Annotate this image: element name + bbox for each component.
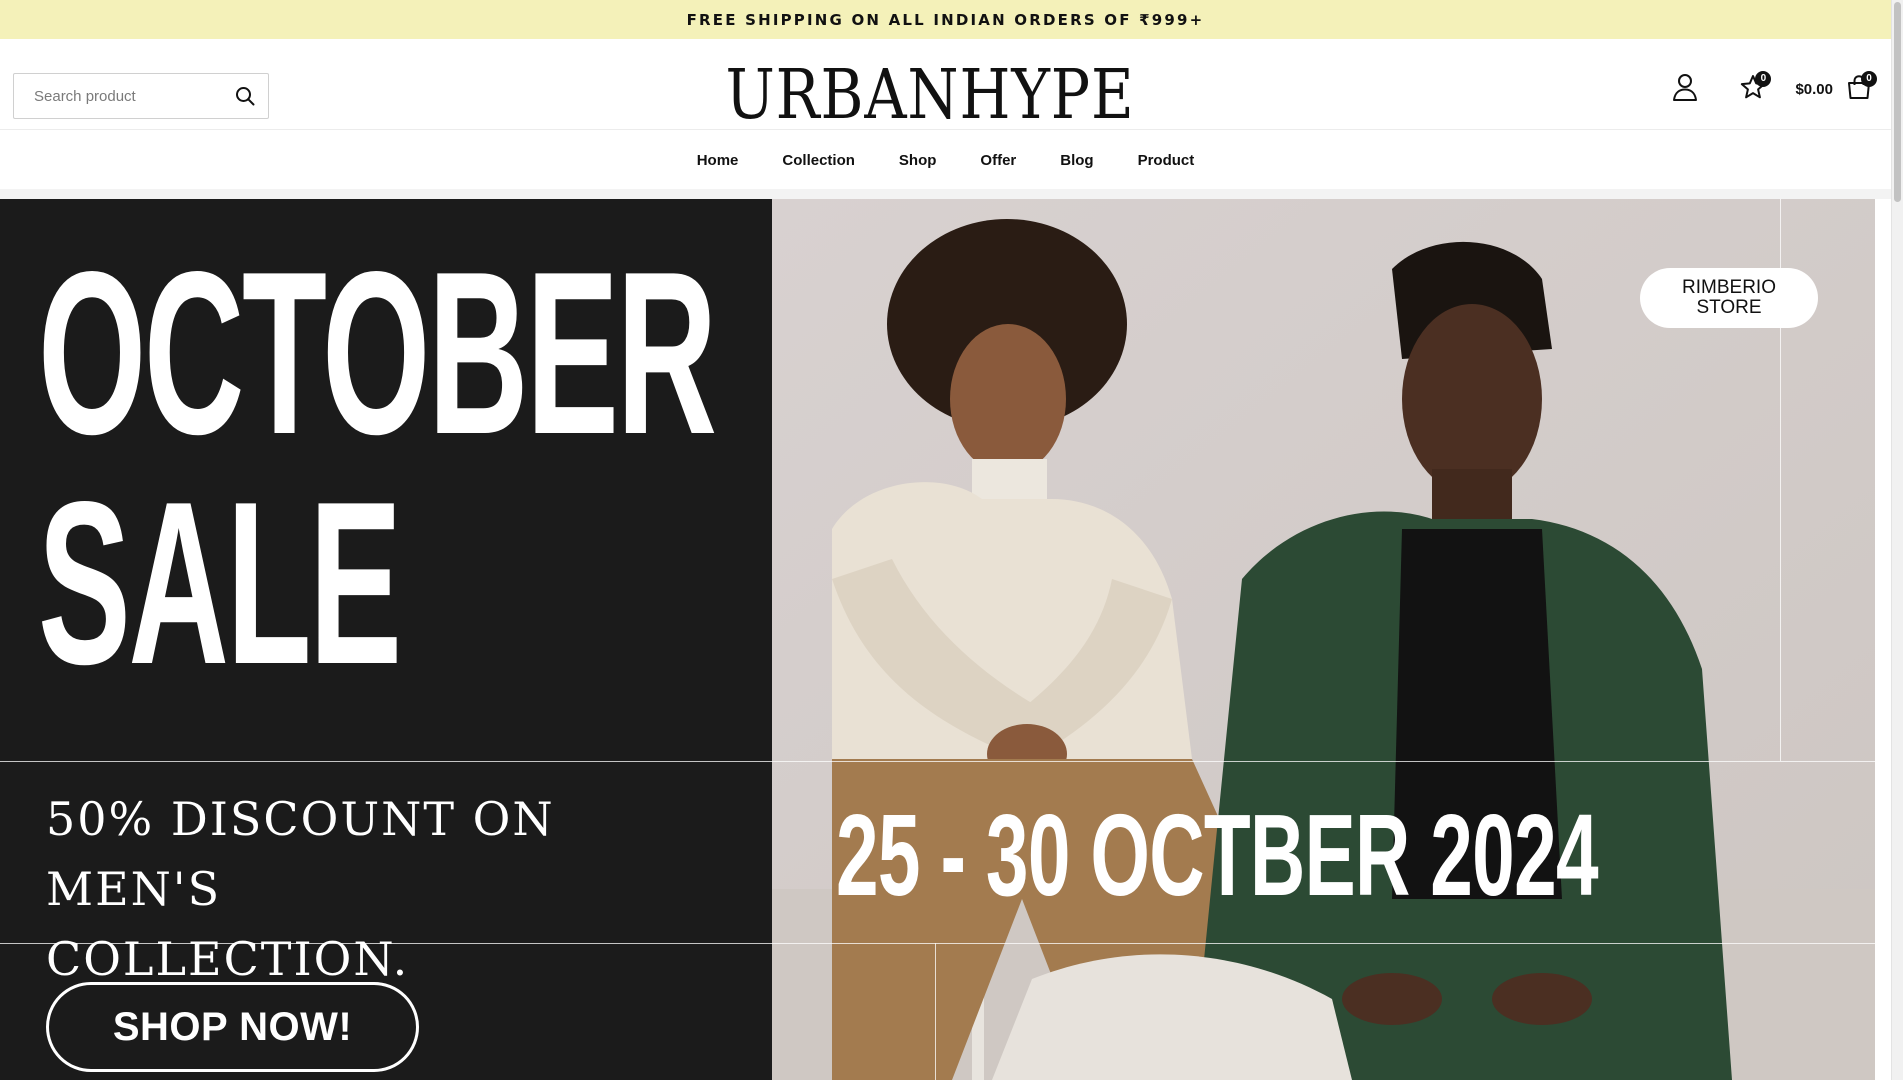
hero-divider-vertical-bottom [935, 943, 936, 1080]
wishlist-button[interactable]: 0 [1733, 69, 1773, 109]
site-logo[interactable]: URBANHYPE [725, 56, 1133, 135]
page-scrollbar[interactable] [1891, 0, 1903, 1080]
main-nav: Home Collection Shop Offer Blog Product [0, 131, 1891, 189]
nav-item-blog[interactable]: Blog [1060, 152, 1093, 169]
search-input[interactable] [34, 87, 233, 105]
headline-line-1: OCTOBER [38, 224, 717, 483]
nav-divider [0, 189, 1891, 199]
hero-discount-text: 50% DISCOUNT ON MEN'S COLLECTION. [46, 784, 726, 994]
hero-right-edge [1875, 199, 1891, 1080]
nav-item-home[interactable]: Home [697, 152, 739, 169]
nav-item-shop[interactable]: Shop [899, 152, 937, 169]
site-header: URBANHYPE 0 $0.00 0 [0, 39, 1891, 135]
hero-divider-top [0, 761, 1875, 762]
wishlist-count-badge: 0 [1755, 71, 1772, 87]
discount-line-1: 50% DISCOUNT ON MEN'S [46, 792, 555, 916]
header-actions: 0 $0.00 0 [1665, 69, 1879, 109]
announcement-bar: FREE SHIPPING ON ALL INDIAN ORDERS OF ₹9… [0, 0, 1891, 39]
scrollbar-thumb[interactable] [1894, 2, 1901, 202]
store-badge-line-2: STORE [1696, 297, 1762, 318]
shop-now-button[interactable]: SHOP NOW! [46, 982, 419, 1072]
nav-item-product[interactable]: Product [1138, 152, 1195, 169]
cart-total[interactable]: $0.00 [1795, 81, 1833, 98]
announcement-text: FREE SHIPPING ON ALL INDIAN ORDERS OF ₹9… [686, 10, 1205, 29]
cart-count-badge: 0 [1861, 71, 1877, 87]
search-icon[interactable] [233, 84, 256, 108]
store-badge-line-1: RIMBERIO [1682, 277, 1776, 298]
nav-item-offer[interactable]: Offer [980, 152, 1016, 169]
hero-banner: OCTOBER SALE 50% DISCOUNT ON MEN'S COLLE… [0, 199, 1891, 1080]
account-button[interactable] [1665, 69, 1705, 109]
hero-photo-illustration [772, 199, 1875, 1080]
store-badge[interactable]: RIMBERIO STORE [1640, 268, 1818, 328]
hero-photo [772, 199, 1875, 1080]
headline-line-2: SALE [38, 454, 402, 713]
hero-headline: OCTOBER SALE [38, 224, 717, 713]
sale-dates: 25 - 30 OCTBER 2024 [836, 790, 1599, 920]
user-icon [1672, 73, 1698, 106]
cart-button[interactable]: 0 [1839, 69, 1879, 109]
search-box [13, 73, 269, 119]
nav-item-collection[interactable]: Collection [782, 152, 855, 169]
